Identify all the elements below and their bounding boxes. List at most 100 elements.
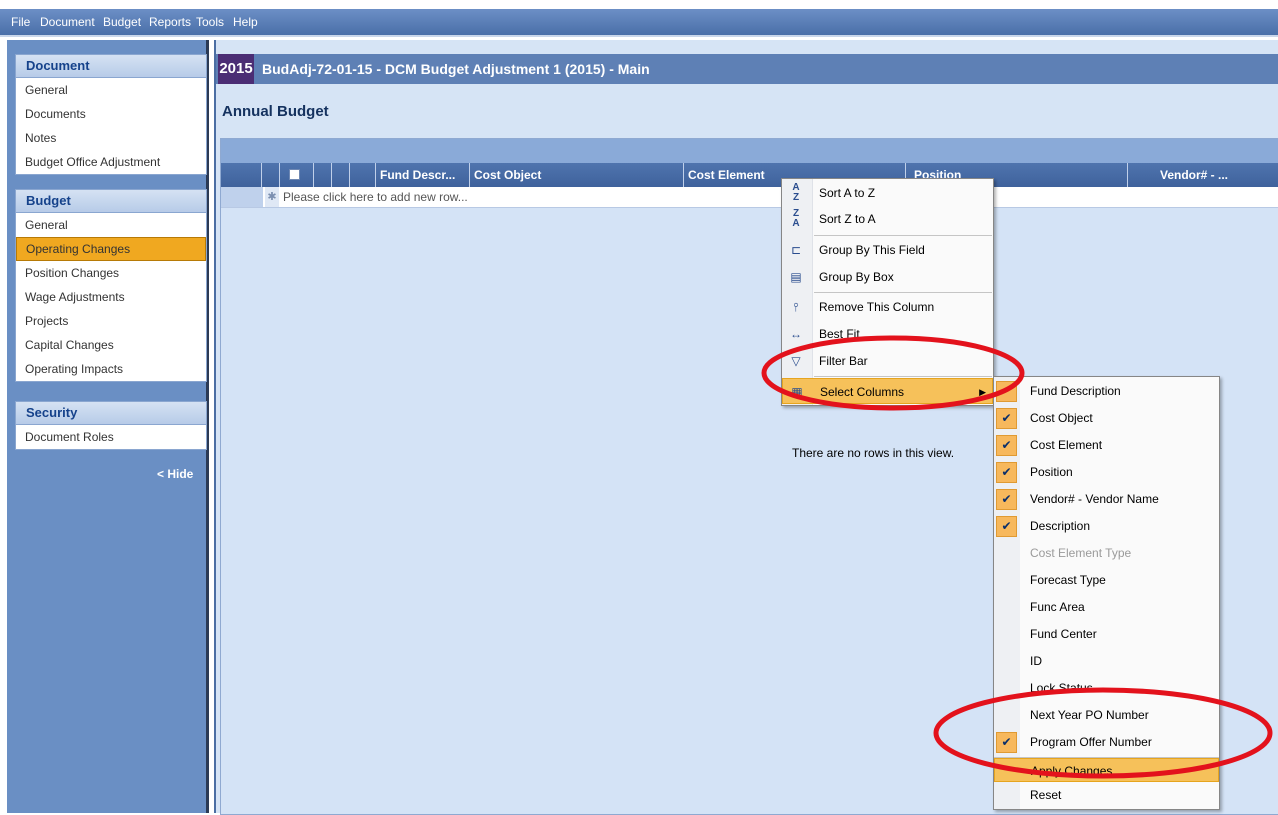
column-option-label: Position (1030, 465, 1073, 479)
budget-section: Budget General Operating Changes Positio… (15, 189, 207, 382)
column-option-cost-element-type: Cost Element Type (994, 540, 1219, 567)
columns-icon: ▦ (791, 385, 803, 399)
menu-separator (814, 235, 992, 236)
menu-group-by-field-label: Group By This Field (819, 243, 925, 257)
reset-button[interactable]: Reset (994, 782, 1219, 809)
grid-col-fund-description[interactable]: Fund Descr... (375, 163, 468, 187)
column-option-lock-status[interactable]: Lock Status (994, 675, 1219, 702)
sidebar-item-general[interactable]: General (16, 78, 206, 102)
sidebar-item-documents[interactable]: Documents (16, 102, 206, 126)
menu-help[interactable]: Help (233, 15, 258, 29)
menu-filter-bar[interactable]: ▽ Filter Bar (782, 348, 993, 374)
column-option-label: Forecast Type (1030, 573, 1106, 587)
submenu-arrow-icon: ▶ (979, 387, 986, 397)
column-option-label: Fund Center (1030, 627, 1097, 641)
new-row[interactable]: ✱ Please click here to add new row... (221, 187, 1278, 208)
grid-col-vendor[interactable]: Vendor# - ... (1127, 163, 1238, 187)
apply-changes-button[interactable]: Apply Changes (994, 758, 1219, 782)
checkmark-icon: ✔ (996, 435, 1017, 456)
menu-filter-bar-label: Filter Bar (819, 354, 868, 368)
column-option-cost-object[interactable]: ✔ Cost Object (994, 405, 1219, 432)
sidebar-item-projects[interactable]: Projects (16, 309, 206, 333)
reset-label: Reset (1030, 788, 1062, 802)
grid-col-select[interactable] (279, 163, 314, 187)
checkmark-icon: ✔ (996, 489, 1017, 510)
sidebar-item-operating-impacts[interactable]: Operating Impacts (16, 357, 206, 381)
sidebar-item-capital-changes[interactable]: Capital Changes (16, 333, 206, 357)
column-option-label: Description (1030, 519, 1091, 533)
group-box-icon: ▤ (790, 270, 802, 284)
column-option-label: Fund Description (1030, 384, 1121, 398)
empty-grid-message: There are no rows in this view. (792, 446, 955, 460)
document-section-header[interactable]: Document (16, 55, 206, 78)
document-title: BudAdj-72-01-15 - DCM Budget Adjustment … (262, 61, 650, 77)
checkmark-icon: ✔ (996, 462, 1017, 483)
sidebar-item-budget-general[interactable]: General (16, 213, 206, 237)
grid-group-area (221, 139, 1278, 163)
menu-best-fit-label: Best Fit (819, 327, 860, 341)
sidebar-item-position-changes[interactable]: Position Changes (16, 261, 206, 285)
menu-separator (814, 376, 992, 377)
menu-remove-column-label: Remove This Column (819, 300, 935, 314)
column-option-label: Cost Element Type (1030, 546, 1132, 560)
menu-sort-z-a[interactable]: ZA Sort Z to A (782, 206, 993, 232)
column-option-fund-description[interactable]: Fund Description (994, 378, 1219, 405)
sort-desc-icon: ZA (792, 208, 800, 229)
menu-remove-column[interactable]: ⫯ Remove This Column (782, 294, 993, 320)
column-option-label: Cost Object (1030, 411, 1093, 425)
column-option-vendor[interactable]: ✔ Vendor# - Vendor Name (994, 486, 1219, 513)
best-fit-icon: ↔ (790, 327, 802, 341)
page-title: Annual Budget (222, 103, 329, 120)
sidebar-item-document-roles[interactable]: Document Roles (16, 425, 206, 449)
menu-best-fit[interactable]: ↔ Best Fit (782, 321, 993, 347)
menu-bar: File Document Budget Reports Tools Help (0, 9, 1278, 37)
menu-group-by-box-label: Group By Box (819, 270, 894, 284)
sidebar-item-notes[interactable]: Notes (16, 126, 206, 150)
menu-group-by-box[interactable]: ▤ Group By Box (782, 264, 993, 290)
column-option-program-offer-number[interactable]: ✔ Program Offer Number (994, 729, 1219, 756)
column-option-description[interactable]: ✔ Description (994, 513, 1219, 540)
column-option-cost-element[interactable]: ✔ Cost Element (994, 432, 1219, 459)
sidebar-item-budget-office-adjustment[interactable]: Budget Office Adjustment (16, 150, 206, 174)
column-context-menu: AZ Sort A to Z ZA Sort Z to A ⊏ Group By… (781, 178, 994, 406)
column-option-label: Next Year PO Number (1030, 708, 1149, 722)
new-row-prompt[interactable]: Please click here to add new row... (283, 187, 468, 207)
menu-budget[interactable]: Budget (103, 15, 141, 29)
menu-select-columns[interactable]: ▦ Select Columns ▶ (782, 378, 993, 404)
document-title-bar: 2015 BudAdj-72-01-15 - DCM Budget Adjust… (216, 54, 1278, 84)
document-section: Document General Documents Notes Budget … (15, 54, 207, 175)
grid-col-blank-1 (313, 163, 332, 187)
menu-file[interactable]: File (11, 15, 30, 29)
column-option-id[interactable]: ID (994, 648, 1219, 675)
checkmark-icon: ✔ (996, 732, 1017, 753)
apply-changes-label: Apply Changes (1031, 764, 1113, 778)
menu-group-by-field[interactable]: ⊏ Group By This Field (782, 237, 993, 263)
budget-section-header[interactable]: Budget (16, 190, 206, 213)
menu-reports[interactable]: Reports (149, 15, 191, 29)
new-row-star-icon: ✱ (265, 187, 279, 207)
column-option-label: Program Offer Number (1030, 735, 1152, 749)
grid-header-row: Fund Descr... Cost Object Cost Element P… (221, 163, 1278, 187)
column-option-label: Cost Element (1030, 438, 1103, 452)
grid-col-cost-object[interactable]: Cost Object (469, 163, 680, 187)
column-option-label: Vendor# - Vendor Name (1030, 492, 1159, 506)
grid-col-blank-2 (331, 163, 350, 187)
sort-asc-icon: AZ (792, 182, 800, 203)
security-section-header[interactable]: Security (16, 402, 206, 425)
column-option-fund-center[interactable]: Fund Center (994, 621, 1219, 648)
column-option-next-year-po-number[interactable]: Next Year PO Number (994, 702, 1219, 729)
select-all-checkbox[interactable] (289, 169, 300, 180)
unchecked-marker-icon (996, 381, 1017, 402)
column-option-forecast-type[interactable]: Forecast Type (994, 567, 1219, 594)
sidebar: Document General Documents Notes Budget … (7, 40, 209, 813)
menu-sort-a-z[interactable]: AZ Sort A to Z (782, 180, 993, 206)
column-option-func-area[interactable]: Func Area (994, 594, 1219, 621)
column-option-label: Lock Status (1030, 681, 1093, 695)
column-option-position[interactable]: ✔ Position (994, 459, 1219, 486)
menu-tools[interactable]: Tools (196, 15, 224, 29)
security-section: Security Document Roles (15, 401, 207, 450)
sidebar-item-operating-changes[interactable]: Operating Changes (16, 237, 206, 261)
hide-sidebar-link[interactable]: < Hide (157, 467, 193, 481)
menu-document[interactable]: Document (40, 15, 95, 29)
sidebar-item-wage-adjustments[interactable]: Wage Adjustments (16, 285, 206, 309)
